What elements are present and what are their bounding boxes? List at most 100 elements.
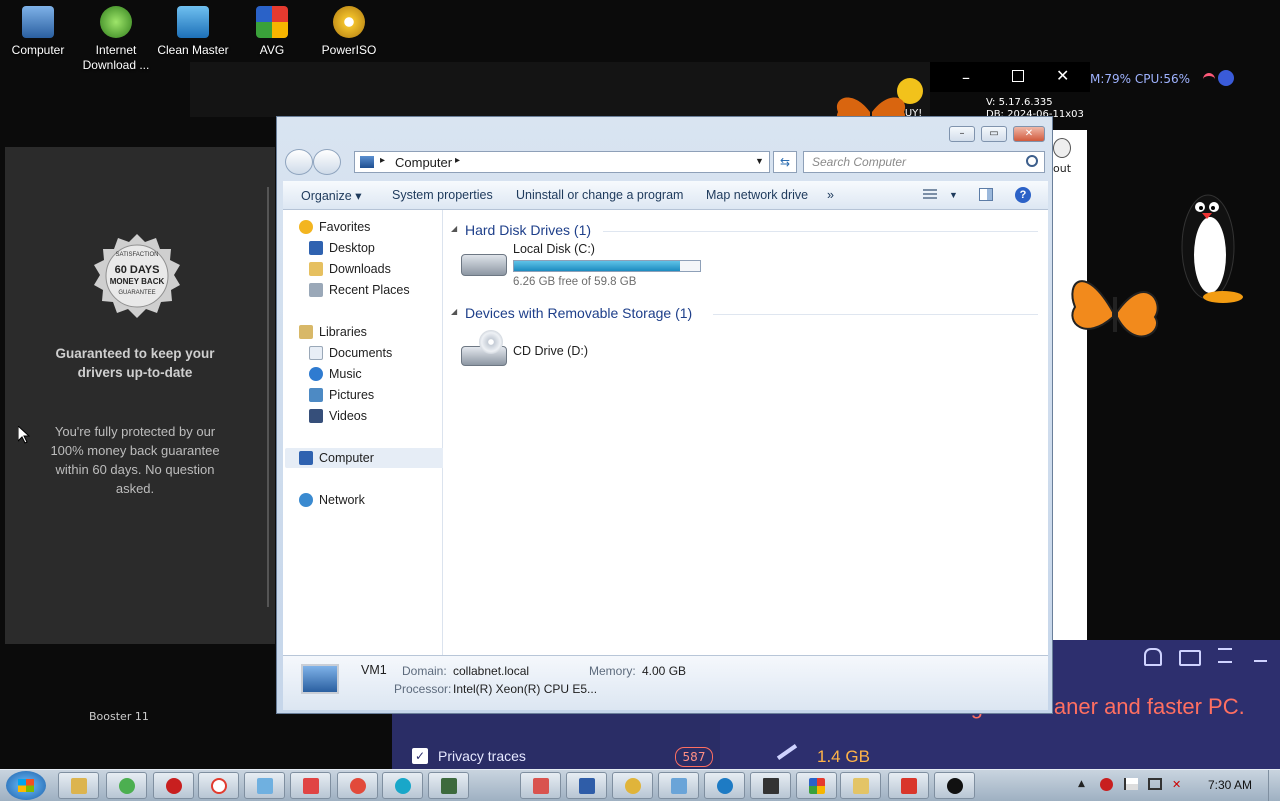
desktop-icon-computer[interactable]: Computer: [0, 6, 76, 58]
desktop-icon-internet-download[interactable]: Internet Download ...: [78, 6, 154, 73]
antivirus-tray-icon[interactable]: [1100, 778, 1113, 791]
uninstall-program-button[interactable]: Uninstall or change a program: [516, 188, 683, 202]
nav-music[interactable]: Music: [309, 364, 362, 384]
desktop-icon-poweriso[interactable]: PowerISO: [311, 6, 387, 58]
privacy-label: Privacy traces: [438, 748, 526, 764]
utorrent-icon: [119, 778, 135, 794]
bell-icon[interactable]: [1144, 648, 1162, 666]
about-label[interactable]: out: [1053, 162, 1071, 175]
more-commands-button[interactable]: »: [827, 188, 834, 202]
guarantee-title: Guaranteed to keep your drivers up-to-da…: [55, 346, 215, 380]
nav-libraries[interactable]: Libraries: [299, 322, 367, 342]
minimize-button[interactable]: –: [949, 126, 975, 142]
taskbar-cleaner[interactable]: [244, 772, 285, 799]
nav-videos[interactable]: Videos: [309, 406, 367, 426]
taskbar-browser[interactable]: [704, 772, 745, 799]
desktop-icon-clean-master[interactable]: Clean Master: [155, 6, 231, 58]
clock[interactable]: 7:30 AM: [1208, 778, 1252, 792]
refresh-button[interactable]: ⇆: [773, 151, 797, 173]
briefcase-icon[interactable]: [1179, 650, 1201, 666]
show-hidden-icons-icon[interactable]: ▲: [1078, 779, 1085, 789]
start-button[interactable]: [6, 771, 46, 800]
close-button[interactable]: ✕: [1013, 126, 1045, 142]
maximize-icon[interactable]: [1012, 70, 1024, 82]
taskbar-window[interactable]: [750, 772, 791, 799]
system-stats: M:79% CPU:56%: [1090, 72, 1190, 86]
computer-icon: [360, 156, 374, 168]
nav-desktop[interactable]: Desktop: [309, 238, 375, 258]
nav-downloads[interactable]: Downloads: [309, 259, 391, 279]
collapse-removable-icon[interactable]: ◢: [451, 307, 457, 316]
nav-recent-places[interactable]: Recent Places: [309, 280, 410, 300]
nav-network[interactable]: Network: [299, 490, 365, 510]
close-icon[interactable]: ✕: [1056, 66, 1069, 85]
panel-scrollbar[interactable]: [267, 187, 269, 607]
taskbar-pdf[interactable]: [888, 772, 929, 799]
desktop-icon-avg[interactable]: AVG: [234, 6, 310, 58]
taskbar-key[interactable]: [612, 772, 653, 799]
collapse-hdd-icon[interactable]: ◢: [451, 224, 457, 233]
taskbar-mascot-app[interactable]: [934, 772, 975, 799]
local-disk-item[interactable]: Local Disk (C:) 6.26 GB free of 59.8 GB: [461, 242, 711, 292]
size-label: 1.4 GB: [817, 747, 870, 766]
breadcrumb-separator-icon[interactable]: ▸: [455, 155, 460, 166]
taskbar-video[interactable]: [290, 772, 331, 799]
taskbar-monitor[interactable]: [566, 772, 607, 799]
forward-button[interactable]: [313, 149, 341, 175]
help-icon[interactable]: ?: [1015, 187, 1031, 203]
address-dropdown-icon[interactable]: ▼: [755, 156, 764, 166]
network-tray-icon[interactable]: [1148, 778, 1162, 790]
local-disk-usage-fill: [514, 261, 681, 271]
volume-muted-icon[interactable]: ✕: [1172, 778, 1186, 791]
taskbar-opera[interactable]: [153, 772, 194, 799]
organize-button[interactable]: Organize ▾: [301, 188, 361, 203]
folder-icon: [853, 778, 869, 794]
computer-icon: [299, 451, 313, 465]
taskbar-sync[interactable]: [337, 772, 378, 799]
breadcrumb-separator-icon: ▸: [380, 155, 386, 166]
nav-pictures[interactable]: Pictures: [309, 385, 374, 405]
disc-icon: [333, 6, 365, 38]
minimize-icon[interactable]: [1254, 660, 1267, 662]
flag-icon[interactable]: [1124, 778, 1138, 790]
nav-computer[interactable]: Computer: [285, 448, 449, 468]
taskbar-utorrent[interactable]: [106, 772, 147, 799]
taskbar-folder[interactable]: [840, 772, 881, 799]
restore-button[interactable]: ▭: [981, 126, 1007, 142]
cd-disc-icon: [479, 330, 503, 354]
map-network-drive-button[interactable]: Map network drive: [706, 188, 808, 202]
system-properties-button[interactable]: System properties: [392, 188, 493, 202]
content-pane: ◢ Hard Disk Drives (1) Local Disk (C:) 6…: [443, 210, 1048, 655]
view-options-icon[interactable]: [923, 189, 937, 201]
view-dropdown-icon[interactable]: ▼: [949, 190, 958, 200]
taskbar-colorful-app[interactable]: [796, 772, 837, 799]
about-icon[interactable]: [1053, 138, 1071, 158]
butterfly-icon: [1065, 262, 1165, 365]
taskbar-app-grid[interactable]: [520, 772, 561, 799]
taskbar-terminal[interactable]: [428, 772, 469, 799]
downloads-folder-icon: [309, 262, 323, 276]
removable-storage-group-header[interactable]: Devices with Removable Storage (1): [465, 305, 692, 321]
nav-documents[interactable]: Documents: [309, 343, 392, 363]
address-bar[interactable]: ▸ Computer ▸ ▼: [354, 151, 770, 173]
search-icon[interactable]: [1026, 155, 1038, 167]
taskbar-yandex[interactable]: [198, 772, 239, 799]
search-input[interactable]: Search Computer: [803, 151, 1045, 173]
star-icon: [299, 220, 313, 234]
back-button[interactable]: [285, 149, 313, 175]
show-desktop-button[interactable]: [1268, 770, 1280, 801]
taskbar-x[interactable]: [382, 772, 423, 799]
hard-disk-group-header[interactable]: Hard Disk Drives (1): [465, 222, 591, 238]
nav-favorites[interactable]: Favorites: [299, 217, 370, 237]
video-icon: [303, 778, 319, 794]
key-icon: [625, 778, 641, 794]
taskbar-explorer[interactable]: [58, 772, 99, 799]
preview-pane-icon[interactable]: [979, 188, 993, 201]
menu-icon[interactable]: [1218, 648, 1232, 663]
taskbar-display[interactable]: [658, 772, 699, 799]
mouse-cursor-icon: [17, 424, 31, 447]
minimize-icon[interactable]: –: [962, 68, 970, 87]
cd-drive-item[interactable]: CD Drive (D:): [461, 328, 661, 374]
privacy-checkbox[interactable]: ✓: [412, 748, 428, 764]
breadcrumb-computer[interactable]: Computer: [395, 155, 452, 170]
